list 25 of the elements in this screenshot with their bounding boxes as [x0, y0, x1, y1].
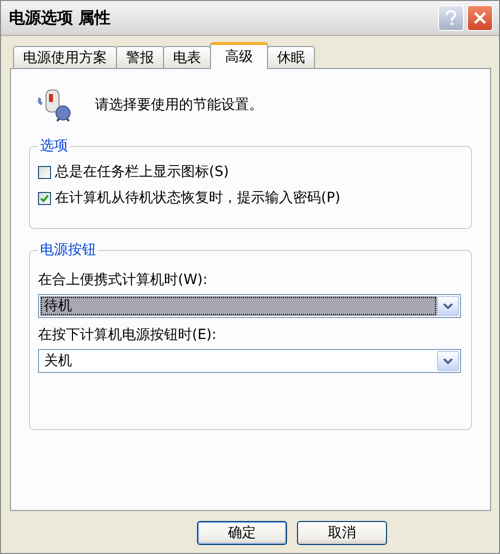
- checkbox[interactable]: [38, 166, 51, 178]
- tab[interactable]: 休眠: [267, 46, 315, 68]
- dropdown-label: 在按下计算机电源按钮时(E):: [38, 326, 218, 344]
- checkbox-label: 总是在任务栏上显示图标(S): [55, 163, 229, 181]
- chevron-down-icon[interactable]: [437, 296, 459, 316]
- group-title: 电源按钮: [39, 241, 97, 259]
- power-plug-icon: [37, 88, 73, 122]
- tab[interactable]: 电源使用方案: [13, 46, 117, 68]
- checkbox-label: 在计算机从待机状态恢复时，提示输入密码(P): [55, 189, 340, 207]
- dialog-button[interactable]: 取消: [297, 521, 387, 545]
- dropdown-label: 在合上便携式计算机时(W):: [38, 271, 208, 289]
- checkbox[interactable]: [38, 192, 51, 204]
- dropdown[interactable]: 待机: [38, 294, 461, 318]
- dropdown-value: 待机: [40, 296, 437, 316]
- intro-text: 请选择要使用的节能设置。: [95, 96, 263, 114]
- tab[interactable]: 电表: [163, 46, 211, 68]
- tab[interactable]: 高级: [210, 42, 268, 69]
- tab[interactable]: 警报: [116, 46, 164, 68]
- dropdown-value: 关机: [43, 352, 73, 371]
- dialog-button[interactable]: 确定: [197, 521, 287, 545]
- close-icon[interactable]: [467, 5, 493, 31]
- dropdown[interactable]: 关机: [38, 349, 461, 373]
- chevron-down-icon[interactable]: [437, 351, 459, 371]
- window-title: 电源选项 属性: [9, 8, 111, 28]
- group-title: 选项: [39, 137, 69, 155]
